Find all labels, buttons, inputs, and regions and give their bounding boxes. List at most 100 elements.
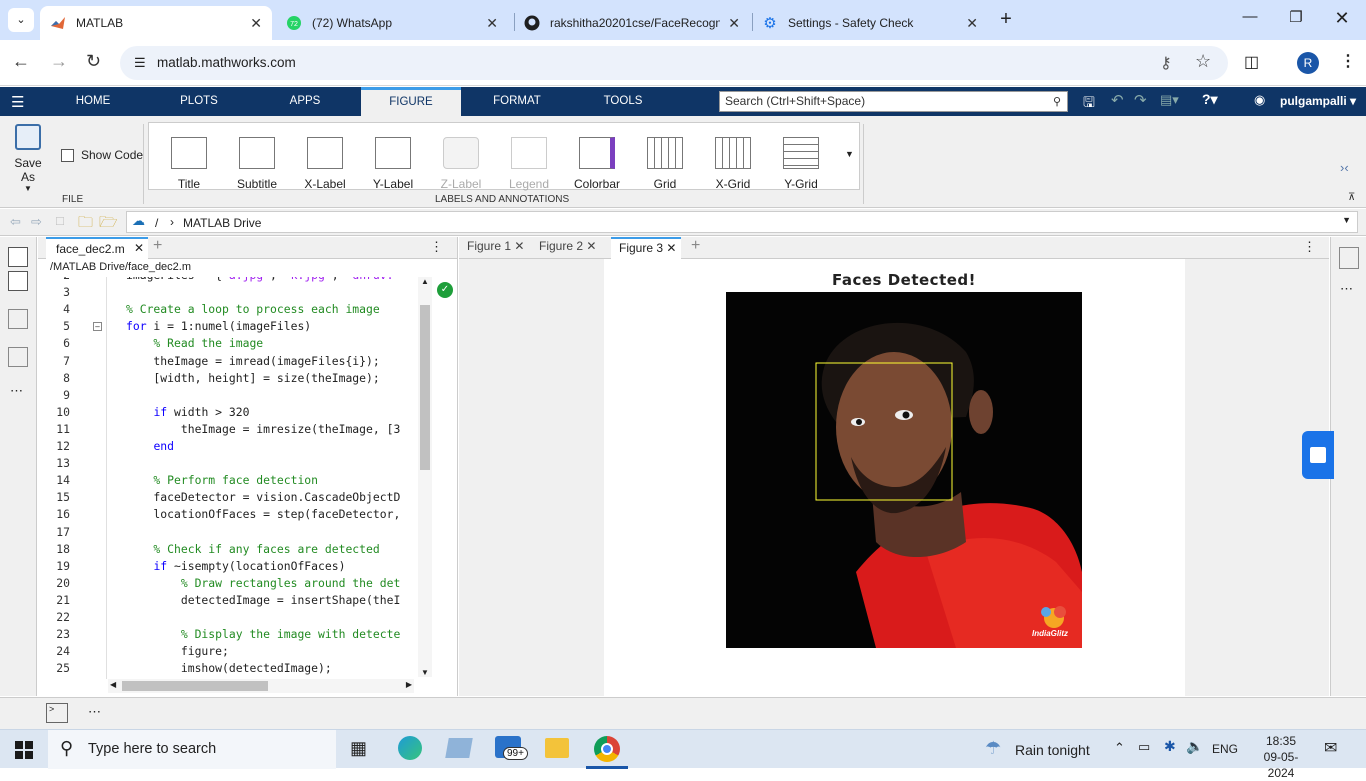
task-view-icon[interactable]: ▦ <box>350 738 367 759</box>
files-panel-icon[interactable] <box>8 247 28 267</box>
ygrid-button[interactable]: Y-Grid <box>770 133 832 197</box>
fold-toggle-icon[interactable]: – <box>93 322 102 331</box>
browser-menu-icon[interactable]: ⋮ <box>1340 51 1356 71</box>
title-button[interactable]: Title <box>158 133 220 197</box>
figure-options-icon[interactable]: ⋮ <box>1303 239 1316 255</box>
code-line[interactable]: end <box>126 439 174 453</box>
close-tab-icon[interactable]: ✕ <box>250 15 262 32</box>
property-inspector-icon[interactable] <box>1339 247 1359 269</box>
password-key-icon[interactable]: ⚷ <box>1160 53 1172 73</box>
forward-icon[interactable]: → <box>50 51 68 72</box>
undo-icon[interactable]: ↶ <box>1111 91 1124 109</box>
path-root[interactable]: / <box>155 216 158 230</box>
save-as-button[interactable]: Save As ▼ <box>6 124 50 194</box>
close-figure-icon[interactable]: ✕ <box>514 239 524 253</box>
tab-home[interactable]: HOME <box>58 87 128 116</box>
more-icon[interactable]: ⋯ <box>10 383 23 399</box>
code-line[interactable]: % Read the image <box>126 336 263 350</box>
editor-options-icon[interactable]: ⋮ <box>430 239 443 255</box>
up-folder-icon[interactable]: □ <box>56 213 64 228</box>
code-line[interactable]: [width, height] = size(theImage); <box>126 371 379 385</box>
code-line[interactable]: theImage = imread(imageFiles{i}); <box>126 354 379 368</box>
tab-search-button[interactable]: ⌄ <box>8 8 34 32</box>
more-icon[interactable]: ⋯ <box>1340 281 1353 297</box>
code-line[interactable]: locationOfFaces = step(faceDetector, <box>126 507 400 521</box>
extensions-icon[interactable]: ◫ <box>1244 52 1259 72</box>
windows-start-icon[interactable] <box>15 741 33 759</box>
browse-folder-icon[interactable]: 🗁 <box>99 212 118 237</box>
url-bar[interactable]: ☰ matlab.mathworks.com ⚷ ☆ <box>120 46 1228 80</box>
code-line[interactable]: % Draw rectangles around the det <box>126 576 400 590</box>
show-hidden-icons[interactable]: ⌃ <box>1114 740 1125 756</box>
user-menu[interactable]: pulgampalli ▾ <box>1280 94 1356 108</box>
code-line[interactable]: faceDetector = vision.CascadeObjectD <box>126 490 400 504</box>
figure-canvas[interactable]: Faces Detected! IndiaGlitz <box>604 259 1185 696</box>
show-code-checkbox[interactable] <box>61 148 74 162</box>
back-icon[interactable]: ← <box>12 51 30 72</box>
xgrid-button[interactable]: X-Grid <box>702 133 764 197</box>
back-folder-icon[interactable]: ⇦ <box>10 214 21 230</box>
search-input[interactable]: Search (Ctrl+Shift+Space) ⚲ <box>719 91 1068 112</box>
notifications-icon[interactable]: ✉ <box>1324 738 1337 758</box>
close-editor-tab-icon[interactable]: ✕ <box>134 241 144 255</box>
browser-tab-matlab[interactable]: MATLAB ✕ <box>40 6 272 40</box>
help-icon[interactable]: ?▾ <box>1202 91 1218 108</box>
battery-icon[interactable]: ▭ <box>1138 739 1150 755</box>
save-icon[interactable]: 🖫 <box>1083 92 1095 116</box>
edge-browser-icon[interactable] <box>398 736 422 760</box>
app-icon[interactable] <box>445 738 473 758</box>
bluetooth-icon[interactable]: ✱ <box>1164 738 1176 755</box>
tab-apps[interactable]: APPS <box>270 87 340 116</box>
clock[interactable]: 18:35 09-05-2024 <box>1256 733 1306 781</box>
minimize-window-button[interactable]: — <box>1230 8 1270 32</box>
code-line[interactable]: % Create a loop to process each image <box>126 302 380 316</box>
forward-folder-icon[interactable]: ⇨ <box>31 214 42 230</box>
more-icon[interactable]: ⋯ <box>88 704 101 720</box>
language-indicator[interactable]: ENG <box>1212 742 1238 756</box>
browser-tab-settings[interactable]: ⚙ Settings - Safety Check ✕ <box>752 6 988 40</box>
mail-icon[interactable]: 99+ <box>495 736 528 760</box>
collapse-toolstrip-icon[interactable]: ›‹ <box>1340 160 1349 175</box>
weather-text[interactable]: Rain tonight <box>1015 742 1090 758</box>
code-line[interactable]: % Display the image with detecte <box>126 627 400 641</box>
code-line[interactable]: for i = 1:numel(imageFiles) <box>126 319 311 333</box>
chrome-icon[interactable] <box>594 736 620 762</box>
path-field[interactable]: ☁ / › MATLAB Drive ▼ <box>126 211 1358 233</box>
new-figure-tab-icon[interactable]: + <box>691 237 700 255</box>
path-dropdown-icon[interactable]: ▼ <box>1342 215 1351 225</box>
code-line[interactable]: detectedImage = insertShape(theI <box>126 593 400 607</box>
reload-icon[interactable]: ↻ <box>86 51 101 72</box>
taskbar-search-box[interactable]: ⚲ Type here to search <box>48 730 336 769</box>
new-tab-button[interactable]: + <box>994 8 1018 32</box>
code-line[interactable]: theImage = imresize(theImage, [3 <box>126 422 400 436</box>
horizontal-scrollbar[interactable]: ◀ ▶ <box>108 679 414 693</box>
command-window-icon[interactable]: > <box>46 703 68 723</box>
restore-window-button[interactable]: ❐ <box>1276 8 1316 32</box>
show-code-toggle[interactable]: Show Code <box>61 148 143 162</box>
code-line[interactable]: imshow(detectedImage); <box>126 661 332 675</box>
grid-button[interactable]: Grid <box>634 133 696 197</box>
weather-icon[interactable]: ☂ <box>985 738 1001 759</box>
code-line[interactable]: % Check if any faces are detected <box>126 542 379 556</box>
close-window-button[interactable]: ✕ <box>1322 8 1362 32</box>
close-figure-icon[interactable]: ✕ <box>586 239 596 253</box>
editor-file-tab[interactable]: face_dec2.m ✕ <box>46 237 148 259</box>
new-editor-tab-icon[interactable]: + <box>153 237 162 255</box>
minimize-toolstrip-icon[interactable]: ⊼ <box>1348 192 1355 203</box>
gallery-expand-icon[interactable]: ▼ <box>845 149 854 159</box>
vertical-scrollbar[interactable]: ▲ ▼ <box>418 277 432 677</box>
tab-figure[interactable]: FIGURE <box>361 87 461 116</box>
code-area[interactable]: – 2 imageFiles = {'a.jpg', 'k.jpg', 'dhru… <box>38 277 418 679</box>
new-folder-icon[interactable]: 🗀 <box>78 212 93 237</box>
browser-tab-whatsapp[interactable]: 72 (72) WhatsApp ✕ <box>276 6 508 40</box>
profile-avatar[interactable]: R <box>1297 52 1319 74</box>
project-panel-icon[interactable] <box>8 309 28 329</box>
xlabel-button[interactable]: X-Label <box>294 133 356 197</box>
source-control-icon[interactable] <box>8 347 28 367</box>
figure-tab-2[interactable]: Figure 2 ✕ <box>539 239 596 259</box>
code-line[interactable]: if width > 320 <box>126 405 249 419</box>
close-tab-icon[interactable]: ✕ <box>486 15 498 32</box>
subtitle-button[interactable]: Subtitle <box>226 133 288 197</box>
workspace-panel-icon[interactable] <box>8 271 28 291</box>
code-line[interactable]: % Perform face detection <box>126 473 318 487</box>
